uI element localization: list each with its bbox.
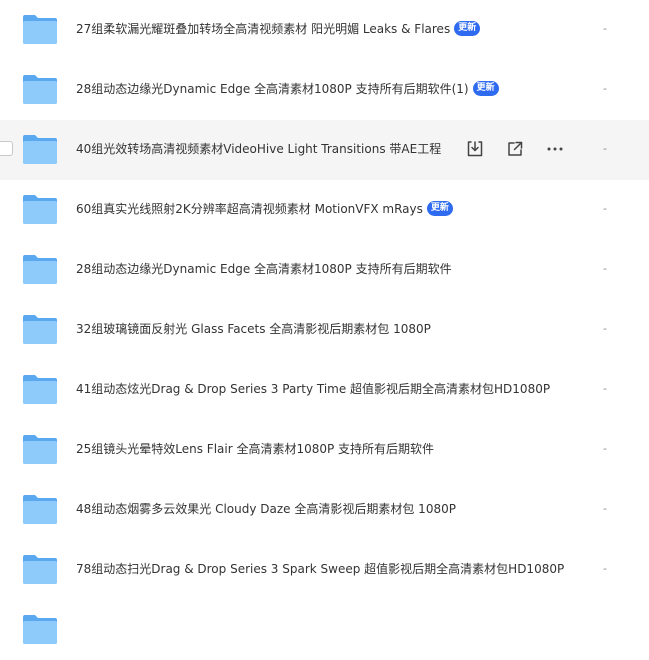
file-name-link[interactable]: 41组动态炫光Drag & Drop Series 3 Party Time 超… — [76, 360, 550, 420]
folder-icon — [22, 311, 58, 347]
file-name-text: 60组真实光线照射2K分辨率超高清视频素材 MotionVFX mRays — [76, 202, 423, 216]
update-badge: 更新 — [472, 80, 499, 96]
modified-date: - — [603, 502, 607, 515]
folder-icon — [22, 251, 58, 287]
file-row[interactable] — [0, 600, 649, 660]
file-name-link[interactable]: 27组柔软漏光耀斑叠加转场全高清视频素材 阳光明媚 Leaks & Flares… — [76, 0, 481, 60]
file-name-text: 48组动态烟雾多云效果光 Cloudy Daze 全高清影视后期素材包 1080… — [76, 502, 456, 516]
row-checkbox[interactable] — [0, 141, 13, 156]
folder-icon — [22, 371, 58, 407]
folder-icon — [22, 611, 58, 647]
modified-date: - — [603, 142, 607, 155]
modified-date: - — [603, 562, 607, 575]
file-row[interactable]: 40组光效转场高清视频素材VideoHive Light Transitions… — [0, 120, 649, 180]
file-row[interactable]: 48组动态烟雾多云效果光 Cloudy Daze 全高清影视后期素材包 1080… — [0, 480, 649, 540]
update-badge: 更新 — [454, 20, 481, 36]
folder-icon — [22, 131, 58, 167]
file-name-link[interactable]: 78组动态扫光Drag & Drop Series 3 Spark Sweep … — [76, 540, 564, 600]
share-icon[interactable] — [502, 136, 528, 162]
modified-date: - — [603, 82, 607, 95]
file-row[interactable]: 60组真实光线照射2K分辨率超高清视频素材 MotionVFX mRays 更新 … — [0, 180, 649, 240]
download-icon[interactable] — [462, 136, 488, 162]
update-badge: 更新 — [426, 200, 453, 216]
folder-icon — [22, 11, 58, 47]
file-row[interactable]: 32组玻璃镜面反射光 Glass Facets 全高清影视后期素材包 1080P… — [0, 300, 649, 360]
folder-icon — [22, 191, 58, 227]
modified-date: - — [603, 202, 607, 215]
modified-date: - — [603, 382, 607, 395]
file-name-link[interactable]: 25组镜头光晕特效Lens Flair 全高清素材1080P 支持所有后期软件 — [76, 420, 434, 480]
file-name-text: 28组动态边缘光Dynamic Edge 全高清素材1080P 支持所有后期软件 — [76, 262, 452, 276]
file-name-text: 40组光效转场高清视频素材VideoHive Light Transitions… — [76, 142, 442, 156]
file-row[interactable]: 78组动态扫光Drag & Drop Series 3 Spark Sweep … — [0, 540, 649, 600]
file-name-text: 78组动态扫光Drag & Drop Series 3 Spark Sweep … — [76, 562, 565, 576]
file-name-link[interactable]: 28组动态边缘光Dynamic Edge 全高清素材1080P 支持所有后期软件 — [76, 240, 452, 300]
file-list: 27组柔软漏光耀斑叠加转场全高清视频素材 阳光明媚 Leaks & Flares… — [0, 0, 649, 660]
folder-icon — [22, 551, 58, 587]
modified-date: - — [603, 322, 607, 335]
more-icon[interactable] — [542, 136, 568, 162]
folder-icon — [22, 491, 58, 527]
folder-icon — [22, 431, 58, 467]
file-name-text: 41组动态炫光Drag & Drop Series 3 Party Time 超… — [76, 382, 551, 396]
file-name-link[interactable]: 32组玻璃镜面反射光 Glass Facets 全高清影视后期素材包 1080P — [76, 300, 431, 360]
file-name-link[interactable]: 28组动态边缘光Dynamic Edge 全高清素材1080P 支持所有后期软件… — [76, 60, 499, 120]
file-row[interactable]: 28组动态边缘光Dynamic Edge 全高清素材1080P 支持所有后期软件… — [0, 240, 649, 300]
file-name-link[interactable]: 40组光效转场高清视频素材VideoHive Light Transitions… — [76, 120, 441, 180]
file-name-text: 27组柔软漏光耀斑叠加转场全高清视频素材 阳光明媚 Leaks & Flares — [76, 22, 451, 36]
file-name-text: 32组玻璃镜面反射光 Glass Facets 全高清影视后期素材包 1080P — [76, 322, 431, 336]
modified-date: - — [603, 22, 607, 35]
file-name-text: 25组镜头光晕特效Lens Flair 全高清素材1080P 支持所有后期软件 — [76, 442, 435, 456]
modified-date: - — [603, 442, 607, 455]
file-row[interactable]: 41组动态炫光Drag & Drop Series 3 Party Time 超… — [0, 360, 649, 420]
modified-date: - — [603, 262, 607, 275]
folder-icon — [22, 71, 58, 107]
file-name-text: 28组动态边缘光Dynamic Edge 全高清素材1080P 支持所有后期软件… — [76, 82, 469, 96]
file-row[interactable]: 27组柔软漏光耀斑叠加转场全高清视频素材 阳光明媚 Leaks & Flares… — [0, 0, 649, 60]
file-row[interactable]: 25组镜头光晕特效Lens Flair 全高清素材1080P 支持所有后期软件 … — [0, 420, 649, 480]
file-row[interactable]: 28组动态边缘光Dynamic Edge 全高清素材1080P 支持所有后期软件… — [0, 60, 649, 120]
file-name-link[interactable]: 48组动态烟雾多云效果光 Cloudy Daze 全高清影视后期素材包 1080… — [76, 480, 456, 540]
file-name-link[interactable]: 60组真实光线照射2K分辨率超高清视频素材 MotionVFX mRays 更新 — [76, 180, 453, 240]
